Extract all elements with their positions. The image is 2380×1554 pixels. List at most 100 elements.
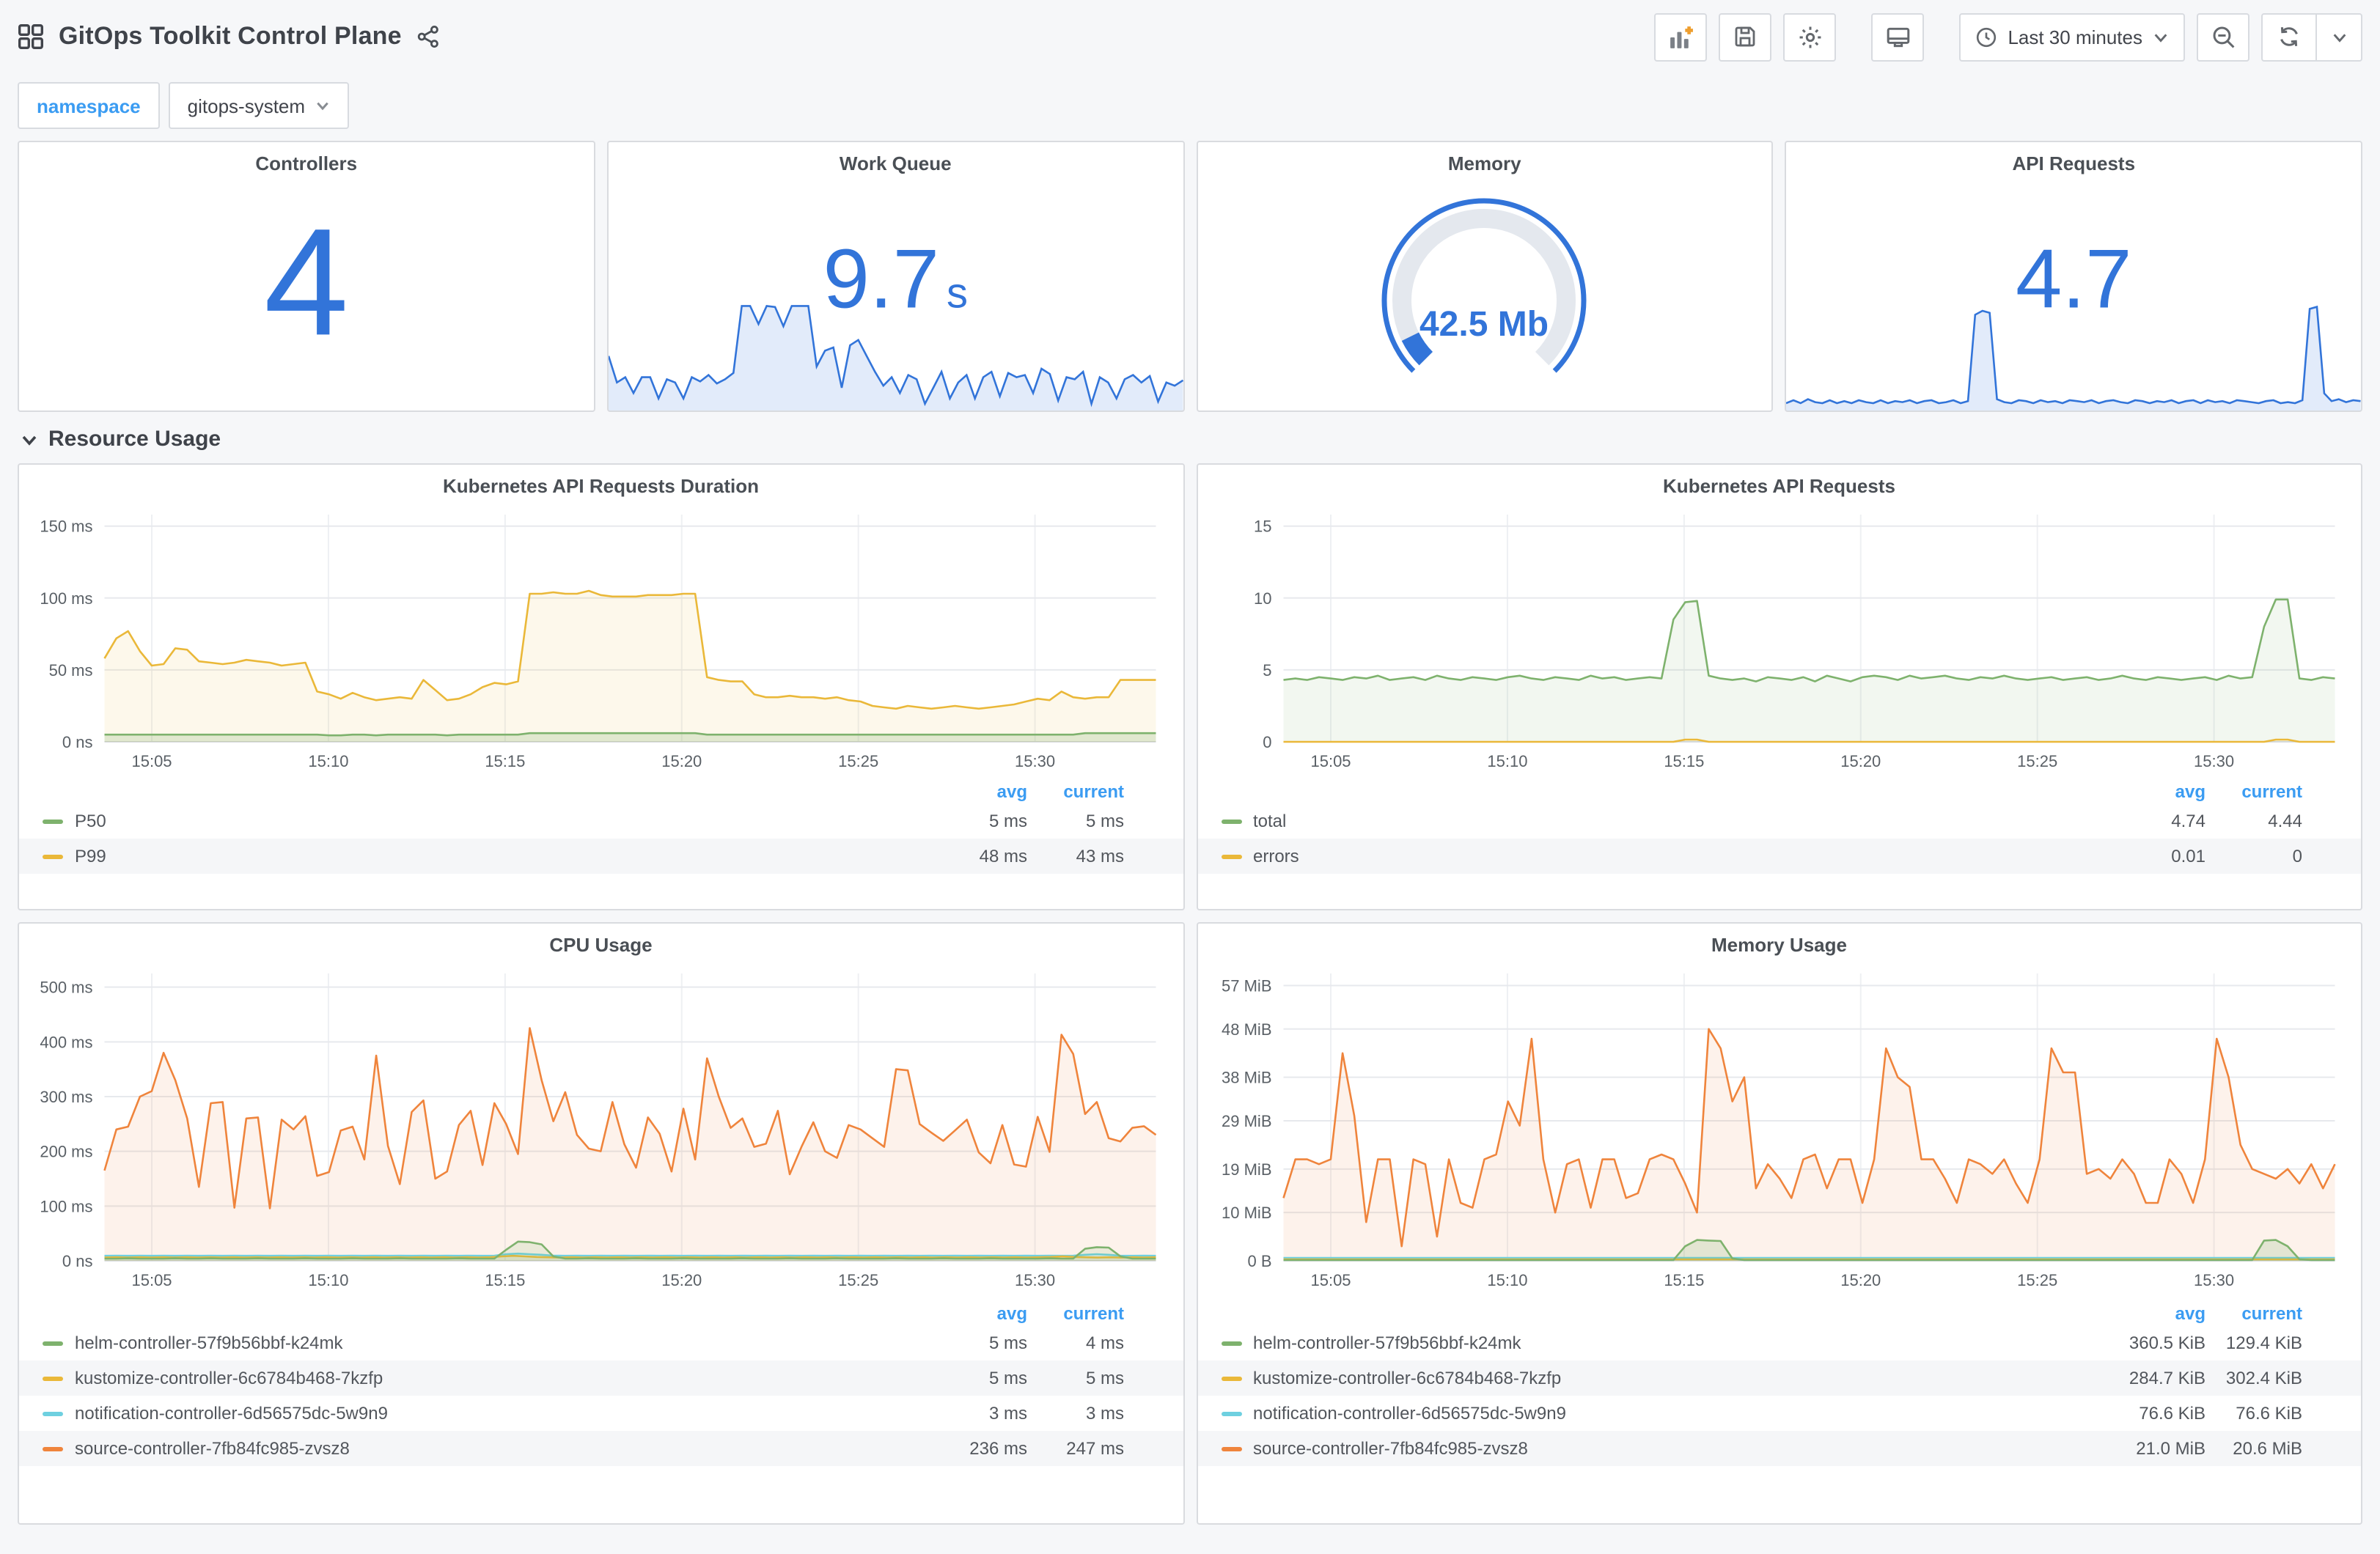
legend-header: avg current [1197,1302,2361,1325]
panel-title[interactable]: Controllers [19,142,594,183]
panel-title[interactable]: Memory [1197,142,1772,183]
legend-avg-value: 21.0 MiB [2136,1438,2205,1459]
panel-work-queue: Work Queue 9.7 s [606,141,1184,412]
legend-series-name[interactable]: P50 [19,811,930,831]
legend-avg-value: 48 ms [979,846,1027,866]
chart-legend: avg current helm-controller-57f9b56bbf-k24… [19,1299,1183,1466]
legend-row: helm-controller-57f9b56bbf-k24mk 5 ms 4 ms [19,1325,1183,1360]
refresh-interval-dropdown[interactable] [2315,14,2361,59]
refresh-icon [2277,25,2301,48]
legend-series-name[interactable]: helm-controller-57f9b56bbf-k24mk [1197,1333,2109,1353]
legend-series-swatch [1221,1446,1241,1451]
svg-text:15:15: 15:15 [1663,1271,1703,1289]
legend-header: avg current [19,1302,1183,1325]
stats-row: Controllers 4 Work Queue 9.7 s Memory 42.… [0,138,2380,412]
legend-series-swatch [1221,819,1241,823]
legend-series-name[interactable]: helm-controller-57f9b56bbf-k24mk [19,1333,930,1353]
legend-avg-value: 360.5 KiB [2129,1333,2205,1353]
legend-series-name[interactable]: kustomize-controller-6c6784b468-7kzfp [19,1368,930,1388]
chart-legend: avg current P50 5 ms 5 ms P99 48 ms 43 ms [19,777,1183,874]
add-panel-button[interactable] [1654,12,1708,61]
chevron-down-icon [21,430,38,448]
page-title: GitOps Toolkit Control Plane [59,22,402,50]
svg-text:38 MiB: 38 MiB [1221,1069,1271,1087]
legend-sort-avg[interactable]: avg [930,1303,1027,1324]
svg-text:15:10: 15:10 [1486,1271,1527,1289]
legend-sort-current[interactable]: current [1027,781,1124,802]
save-dashboard-button[interactable] [1719,12,1772,61]
svg-text:15:15: 15:15 [485,752,525,770]
monitor-icon [1885,24,1910,49]
panel-memory-usage: Memory Usage 0 B 10 MiB 19 MiB 29 MiB 38 MiB… [1196,922,2362,1525]
time-range-picker[interactable]: Last 30 minutes [1959,12,2185,61]
legend-row: P99 48 ms 43 ms [19,839,1183,874]
panel-title[interactable]: API Requests [1787,142,2362,183]
legend-series-swatch [43,1411,63,1415]
panel-memory: Memory 42.5 Mb [1196,141,1774,412]
panel-title[interactable]: CPU Usage [19,924,1183,965]
legend-row: source-controller-7fb84fc985-zvsz8 236 ms… [19,1431,1183,1466]
legend-sort-current[interactable]: current [1027,1303,1124,1324]
k8s-api-requests-chart: 0 5 10 15 15:05 15:10 15:15 15:20 15:25 15:30 [1253,515,2335,770]
legend-avg-value: 3 ms [988,1403,1027,1424]
svg-text:15:30: 15:30 [2193,1271,2233,1289]
svg-text:15:30: 15:30 [2193,752,2233,770]
chevron-down-icon [2153,29,2169,45]
variable-namespace-label: namespace [18,82,160,129]
legend-avg-value: 5 ms [988,1368,1027,1388]
variable-namespace-select[interactable]: gitops-system [168,82,350,129]
svg-text:15:20: 15:20 [1840,752,1880,770]
svg-text:15:05: 15:05 [131,752,172,770]
svg-text:15:20: 15:20 [661,752,702,770]
legend-row: errors 0.01 0 [1197,839,2361,874]
apps-grid-icon[interactable] [18,23,44,50]
svg-text:15: 15 [1253,518,1271,536]
legend-series-name[interactable]: errors [1197,846,2109,866]
svg-text:0 B: 0 B [1246,1252,1271,1270]
chart-legend: avg current helm-controller-57f9b56bbf-k24… [1197,1299,2361,1466]
legend-series-name[interactable]: kustomize-controller-6c6784b468-7kzfp [1197,1368,2109,1388]
time-range-label: Last 30 minutes [2008,26,2142,48]
memory-gauge-value: 42.5 Mb [1420,305,1549,344]
legend-series-name[interactable]: notification-controller-6d56575dc-5w9n9 [19,1403,930,1424]
share-icon[interactable] [416,25,440,48]
legend-avg-value: 5 ms [988,811,1027,831]
panel-cpu-usage: CPU Usage 0 ns 100 ms 200 ms 300 ms 400 ms 50… [18,922,1184,1525]
panel-title[interactable]: Work Queue [609,142,1183,183]
legend-series-name[interactable]: total [1197,811,2109,831]
legend-current-value: 43 ms [1076,846,1124,866]
legend-current-value: 0 [2292,846,2302,866]
panel-title[interactable]: Kubernetes API Requests [1197,465,2361,506]
legend-avg-value: 284.7 KiB [2129,1368,2205,1388]
cycle-view-button[interactable] [1871,12,1925,61]
controllers-value: 4 [263,197,349,368]
legend-series-name[interactable]: source-controller-7fb84fc985-zvsz8 [1197,1438,2109,1459]
svg-text:48 MiB: 48 MiB [1221,1020,1271,1039]
legend-series-name[interactable]: P99 [19,846,930,866]
panel-title[interactable]: Kubernetes API Requests Duration [19,465,1183,506]
svg-text:100 ms: 100 ms [40,589,92,608]
panel-api-requests: API Requests 4.7 [1785,141,2362,412]
svg-text:300 ms: 300 ms [40,1088,92,1106]
dashboard-settings-button[interactable] [1783,12,1837,61]
legend-sort-current[interactable]: current [2205,781,2302,802]
charts-row-2: CPU Usage 0 ns 100 ms 200 ms 300 ms 400 ms 50… [0,910,2380,1525]
charts-row-1: Kubernetes API Requests Duration 0 ns 50 … [0,460,2380,910]
svg-text:15:20: 15:20 [661,1271,702,1289]
row-resource-usage[interactable]: Resource Usage [0,412,2380,460]
zoom-out-button[interactable] [2197,12,2249,61]
legend-row: notification-controller-6d56575dc-5w9n9 3… [19,1396,1183,1431]
svg-text:15:10: 15:10 [308,1271,348,1289]
panel-title[interactable]: Memory Usage [1197,924,2361,965]
legend-series-name[interactable]: source-controller-7fb84fc985-zvsz8 [19,1438,930,1459]
svg-text:10: 10 [1253,589,1271,608]
legend-sort-avg[interactable]: avg [2109,1303,2205,1324]
legend-series-name[interactable]: notification-controller-6d56575dc-5w9n9 [1197,1403,2109,1424]
legend-row: source-controller-7fb84fc985-zvsz8 21.0 M… [1197,1431,2361,1466]
legend-sort-current[interactable]: current [2205,1303,2302,1324]
legend-sort-avg[interactable]: avg [930,781,1027,802]
legend-sort-avg[interactable]: avg [2109,781,2205,802]
refresh-button[interactable] [2263,14,2315,59]
work-queue-value: 9.7 s [823,232,969,326]
svg-text:50 ms: 50 ms [49,661,93,680]
